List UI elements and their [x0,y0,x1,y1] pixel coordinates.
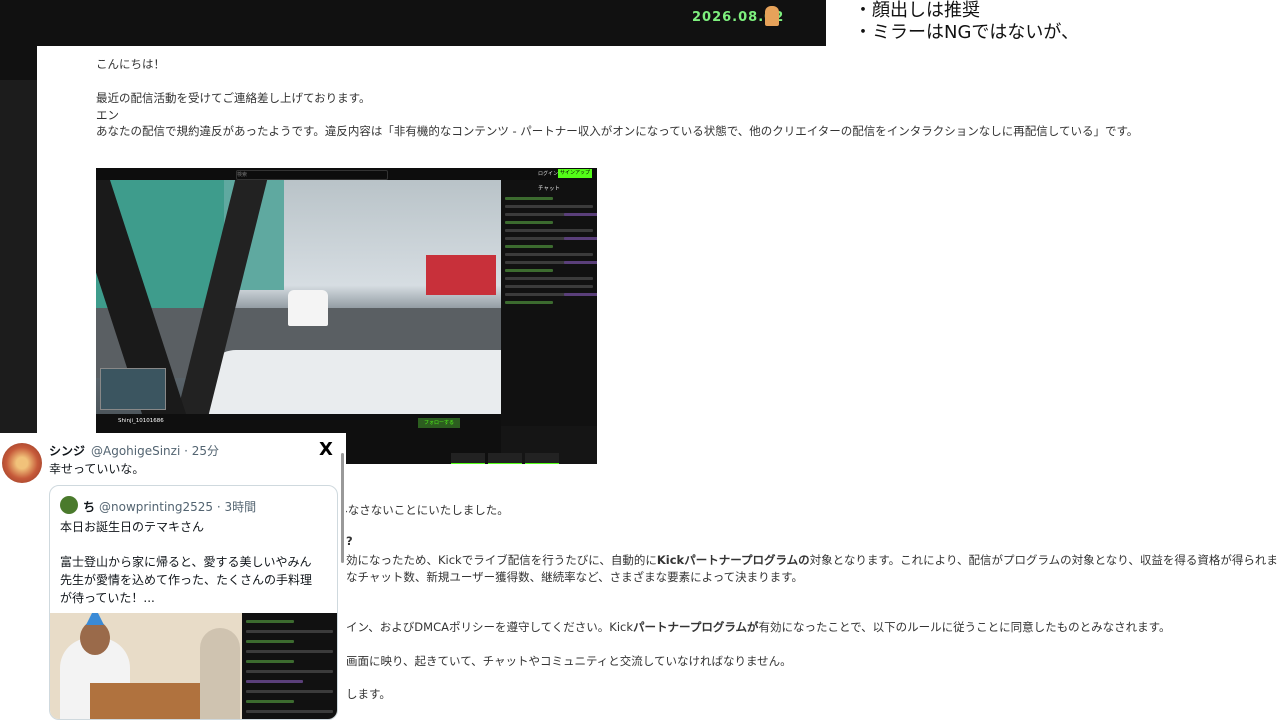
person-head [80,621,110,655]
image-chat-overlay [242,613,337,719]
billboard [426,255,496,295]
quote-line-3: 先生が愛情を込めて作った、たくさんの手料理 [60,573,313,587]
login-link: ログイン [538,171,559,177]
chat-line [505,197,553,200]
email-para-4: イン、およびDMCAポリシーを遵守してください。Kickパートナープログラムが有… [346,620,1171,634]
stream-screenshot: 検索 ログイン サインアップ チャット Shinji_10101686 フォロー… [96,168,597,464]
chat-line [246,660,294,663]
tweet-card[interactable]: シンジ @AgohigeSinzi · 25分 X 幸せっていいな。 ち @no… [0,433,346,720]
chat-line [246,620,294,623]
chat-line [246,710,333,713]
email-para-5: 画面に映り、起きていて、チャットやコミュニティと交流していなければなりません。 [346,654,792,668]
quote-line-1: 本日お誕生日のテマキさん [60,520,205,534]
white-car [288,290,328,326]
chat-line [564,213,597,216]
email-line-2: エン [96,108,119,122]
tweet-author-handle[interactable]: @AgohigeSinzi · 25分 [91,442,219,459]
quote-avatar[interactable] [60,496,78,514]
chat-line [505,285,593,288]
chat-line [246,670,333,673]
chat-line [246,640,294,643]
quote-line-4: が待っていた！... [60,591,155,605]
chat-line [505,229,593,232]
email-line-3: あなたの配信で規約違反があったようです。違反内容は「非有機的なコンテンツ - パ… [96,124,1139,138]
x-logo-icon: X [319,439,333,460]
chat-line [505,301,553,304]
email-para-6: します。 [346,687,391,701]
chat-line [505,269,553,272]
email-greeting: こんにちは！ [96,57,165,71]
party-hat-icon [86,613,104,625]
chat-line [505,253,593,256]
email-para-3a: 効になったため、Kickでライブ配信を行うたびに、自動的にKickパートナープロ… [346,553,1278,567]
email-line-1: 最近の配信活動を受けてご連絡差し上げております。 [96,91,371,105]
notes-panel: ・顔出しは推奨 ・ミラーはNGではないが、 [826,0,1280,46]
avatar[interactable] [2,443,42,483]
quote-author-name[interactable]: ち [83,498,95,515]
chat-line [564,237,597,240]
picture-in-picture [100,368,166,410]
chat-line [246,630,333,633]
video-frame [96,180,501,414]
chat-panel: チャット [501,180,597,426]
chat-line [246,690,333,693]
banner-character-icon [765,6,779,26]
email-question: ? [346,534,353,548]
tweet-author-name[interactable]: シンジ [49,442,85,459]
chat-line [564,293,597,296]
quote-line-2: 富士登山から家に帰ると、愛する美しいやみん [60,555,312,569]
signup-button: サインアップ [558,169,592,178]
note-line-1: ・顔出しは推奨 [854,0,980,21]
car-hood [206,350,501,414]
chat-line [505,245,553,248]
quote-author-handle[interactable]: @nowprinting2525 · 3時間 [99,498,256,515]
chat-line [505,221,553,224]
streamer-name: Shinji_10101686 [118,418,164,424]
person-figure-2 [200,628,240,719]
email-para-3b: なチャット数、新規ユーザー獲得数、継続率など、さまざまな要素によって決まります。 [346,570,804,584]
chat-title: チャット [538,186,560,192]
site-header: 検索 ログイン サインアップ [96,168,597,180]
tweet-text: 幸せっていいな。 [49,462,145,476]
follow-button: フォローする [418,418,460,428]
chat-line [505,277,593,280]
chat-line [246,700,294,703]
note-line-2: ・ミラーはNGではないが、 [854,22,1080,43]
chat-line [564,261,597,264]
quote-image[interactable] [50,613,337,719]
chat-line [505,205,593,208]
scrollbar[interactable] [341,453,344,563]
action-tabs [451,450,566,464]
quoted-tweet[interactable]: ち @nowprinting2525 · 3時間 本日お誕生日のテマキさん 富士… [49,485,338,720]
search-input: 検索 [236,170,388,180]
chat-line [246,650,333,653]
chat-line [246,680,303,683]
